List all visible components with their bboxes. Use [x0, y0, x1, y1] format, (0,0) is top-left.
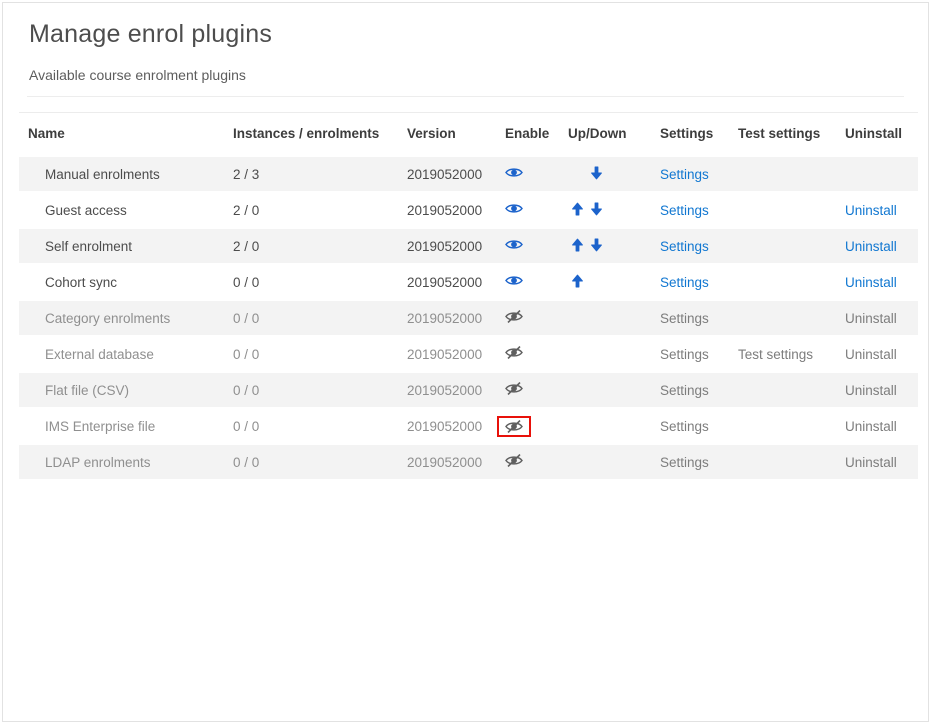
content-card: Manage enrol plugins Available course en… [2, 2, 929, 722]
plugin-name: IMS Enterprise file [45, 418, 156, 434]
plugin-name: External database [45, 346, 154, 362]
plugin-name: Manual enrolments [45, 166, 160, 182]
settings-link[interactable]: Settings [660, 275, 709, 290]
eye-slash-icon[interactable] [505, 310, 523, 324]
version-number: 2019052000 [407, 454, 483, 470]
column-header-enable: Enable [505, 126, 550, 142]
plugin-name: Guest access [45, 202, 127, 218]
eye-slash-icon[interactable] [505, 346, 523, 360]
uninstall-link[interactable]: Uninstall [845, 275, 897, 290]
settings-link[interactable]: Settings [660, 347, 709, 362]
uninstall-link[interactable]: Uninstall [845, 383, 897, 398]
table-row: Self enrolment 2 / 0 2019052000 Settings Un… [19, 228, 918, 265]
settings-link[interactable]: Settings [660, 419, 709, 434]
uninstall-link[interactable]: Uninstall [845, 347, 897, 362]
version-number: 2019052000 [407, 166, 483, 182]
version-number: 2019052000 [407, 418, 483, 434]
enrol-plugins-table: Name Instances / enrolments Version Enable U… [19, 111, 918, 482]
column-header-uninstall: Uninstall [845, 126, 903, 142]
column-header-name: Name [28, 126, 65, 142]
table-row: IMS Enterprise file 0 / 0 2019052000 Setti… [19, 408, 918, 444]
table-row: Guest access 2 / 0 2019052000 Settings Unin… [19, 192, 918, 228]
uninstall-link[interactable]: Uninstall [845, 419, 897, 434]
table-row: Manual enrolments 2 / 3 2019052000 Setting… [19, 156, 918, 193]
uninstall-link[interactable]: Uninstall [845, 455, 897, 470]
page-subtitle: Available course enrolment plugins [29, 67, 246, 83]
settings-link[interactable]: Settings [660, 383, 709, 398]
settings-link[interactable]: Settings [660, 239, 709, 254]
eye-slash-icon[interactable] [505, 454, 523, 468]
eye-icon[interactable] [505, 166, 523, 179]
eye-icon[interactable] [505, 202, 523, 215]
eye-slash-icon[interactable] [505, 382, 523, 396]
version-number: 2019052000 [407, 346, 483, 362]
instances-count: 0 / 0 [233, 310, 260, 326]
instances-count: 0 / 0 [233, 418, 260, 434]
arrow-up-icon[interactable] [571, 202, 584, 216]
table-row: LDAP enrolments 0 / 0 2019052000 Settings U… [19, 444, 918, 481]
uninstall-link[interactable]: Uninstall [845, 239, 897, 254]
column-header-updown: Up/Down [568, 126, 627, 142]
eye-slash-icon[interactable] [505, 419, 523, 433]
plugin-name: Category enrolments [45, 310, 171, 326]
uninstall-link[interactable]: Uninstall [845, 311, 897, 326]
plugin-name: Cohort sync [45, 274, 118, 290]
eye-icon[interactable] [505, 238, 523, 251]
table-header-row: Name Instances / enrolments Version Enable U… [19, 112, 918, 156]
settings-link[interactable]: Settings [660, 311, 709, 326]
table-row: External database 0 / 0 2019052000 Setting… [19, 336, 918, 372]
settings-link[interactable]: Settings [660, 455, 709, 470]
version-number: 2019052000 [407, 238, 483, 254]
table-row: Category enrolments 0 / 0 2019052000 Setti… [19, 300, 918, 337]
plugin-name: Flat file (CSV) [45, 382, 130, 398]
settings-link[interactable]: Settings [660, 203, 709, 218]
column-header-settings: Settings [660, 126, 714, 142]
column-header-version: Version [407, 126, 456, 142]
page-title: Manage enrol plugins [29, 20, 273, 48]
settings-link[interactable]: Settings [660, 167, 709, 182]
column-header-testsettings: Test settings [738, 126, 821, 142]
uninstall-link[interactable]: Uninstall [845, 203, 897, 218]
arrow-up-icon[interactable] [571, 238, 584, 252]
instances-count: 0 / 0 [233, 274, 260, 290]
instances-count: 2 / 3 [233, 166, 260, 182]
version-number: 2019052000 [407, 310, 483, 326]
plugin-name: LDAP enrolments [45, 454, 151, 470]
test-settings-link[interactable]: Test settings [738, 347, 813, 362]
instances-count: 0 / 0 [233, 454, 260, 470]
instances-count: 2 / 0 [233, 202, 260, 218]
highlight-box [497, 415, 531, 437]
arrow-down-icon[interactable] [590, 202, 603, 216]
instances-count: 0 / 0 [233, 382, 260, 398]
table-row: Cohort sync 0 / 0 2019052000 Settings Unins… [19, 264, 918, 300]
divider [27, 95, 904, 97]
plugin-name: Self enrolment [45, 238, 133, 254]
column-header-instances: Instances / enrolments [233, 126, 380, 142]
table-row: Flat file (CSV) 0 / 0 2019052000 Settings U… [19, 372, 918, 409]
arrow-up-icon[interactable] [571, 274, 584, 288]
version-number: 2019052000 [407, 274, 483, 290]
arrow-down-icon[interactable] [590, 238, 603, 252]
version-number: 2019052000 [407, 202, 483, 218]
eye-icon[interactable] [505, 274, 523, 287]
version-number: 2019052000 [407, 382, 483, 398]
arrow-down-icon[interactable] [590, 166, 603, 180]
instances-count: 0 / 0 [233, 346, 260, 362]
instances-count: 2 / 0 [233, 238, 260, 254]
